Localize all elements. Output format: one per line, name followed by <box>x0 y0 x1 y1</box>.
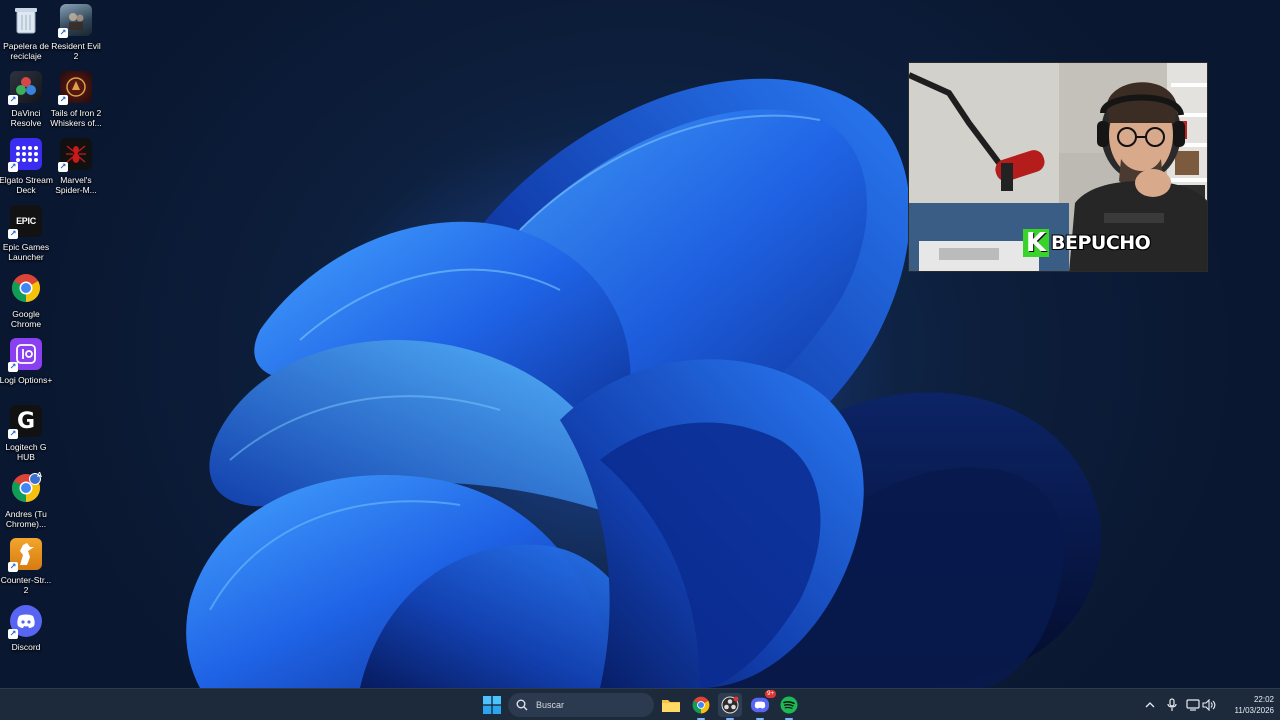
taskbar: Buscar 9+ 22:02 11/03/2026 <box>0 688 1280 720</box>
desktop-icon-label: Logi Options+ <box>0 375 53 385</box>
desktop-icon-label: Epic Games Launcher <box>2 242 50 262</box>
recycle-bin-icon <box>10 4 42 36</box>
webcam-overlay: K BEPUCHO <box>908 62 1208 272</box>
streamer-name-tag: K BEPUCHO <box>1023 229 1151 257</box>
search-icon <box>516 699 528 711</box>
taskbar-discord[interactable]: 9+ <box>748 690 776 720</box>
streamer-name: BEPUCHO <box>1051 232 1151 254</box>
logitech-g-icon: G ↗ <box>8 405 42 439</box>
desktop-icon-label: Counter-Str... 2 <box>0 575 52 595</box>
tray-overflow-button[interactable] <box>1142 689 1158 720</box>
desktop-icon-davinci-resolve[interactable]: ↗ DaVinci Resolve <box>0 71 52 135</box>
desktop-icon-label: DaVinci Resolve <box>10 108 42 128</box>
network-icon <box>1186 699 1200 711</box>
desktop-icon-logitech-g-hub[interactable]: G ↗ Logitech G HUB <box>0 405 52 469</box>
resident-evil-icon: ↗ <box>58 4 92 38</box>
obs-icon <box>721 696 739 714</box>
taskbar-clock[interactable]: 22:02 11/03/2026 <box>1222 694 1274 716</box>
desktop-icon-label: Resident Evil 2 <box>51 41 101 61</box>
desktop-icon-label: Tails of Iron 2 Whiskers of... <box>50 108 102 128</box>
discord-icon: ↗ <box>8 605 42 639</box>
epic-games-icon: EPIC ↗ <box>8 205 42 239</box>
desktop[interactable]: Papelera de reciclaje ↗ DaVinci Resolve <box>0 0 1280 688</box>
spiderman-icon: ↗ <box>58 138 92 172</box>
stream-deck-icon: ↗ <box>8 138 42 172</box>
desktop-icon-label: Logitech G HUB <box>5 442 47 462</box>
file-explorer-icon <box>662 700 680 712</box>
streamer-logo-badge: K <box>1023 229 1049 257</box>
start-button[interactable] <box>480 693 504 717</box>
taskbar-spotify[interactable] <box>777 693 801 720</box>
tray-network[interactable] <box>1185 689 1201 720</box>
clock-time: 22:02 <box>1253 695 1274 704</box>
desktop-icon-recycle-bin[interactable]: Papelera de reciclaje <box>0 4 52 68</box>
taskbar-chrome[interactable] <box>689 693 713 720</box>
taskbar-file-explorer[interactable] <box>659 693 683 717</box>
davinci-icon: ↗ <box>8 71 42 105</box>
desktop-icon-stream-deck[interactable]: ↗ Elgato Stream Deck <box>0 138 53 202</box>
chrome-icon <box>692 696 710 714</box>
desktop-icon-label: Discord <box>11 642 41 652</box>
counter-strike-icon: ↗ <box>8 538 42 572</box>
windows-start-icon <box>483 696 501 714</box>
spotify-icon <box>780 696 798 714</box>
desktop-icon-discord[interactable]: ↗ Discord <box>0 605 52 669</box>
search-placeholder: Buscar <box>536 700 565 710</box>
taskbar-search[interactable]: Buscar <box>508 693 654 717</box>
chrome-profile-icon: A <box>10 472 42 504</box>
desktop-icon-tails-of-iron[interactable]: ↗ Tails of Iron 2 Whiskers of... <box>50 71 102 135</box>
tails-of-iron-icon: ↗ <box>58 71 92 105</box>
logi-options-icon: ↗ <box>8 338 42 372</box>
desktop-icon-counter-strike[interactable]: ↗ Counter-Str... 2 <box>0 538 52 602</box>
tray-microphone[interactable] <box>1164 689 1180 720</box>
desktop-icon-google-chrome[interactable]: Google Chrome <box>0 272 52 336</box>
volume-icon <box>1202 699 1216 711</box>
desktop-icon-resident-evil-2[interactable]: ↗ Resident Evil 2 <box>50 4 102 68</box>
microphone-icon <box>1167 698 1177 711</box>
taskbar-obs[interactable] <box>718 693 742 720</box>
clock-date: 11/03/2026 <box>1234 706 1274 715</box>
desktop-icon-spiderman[interactable]: ↗ Marvel's Spider-M... <box>50 138 102 202</box>
chrome-icon <box>10 272 42 304</box>
discord-icon <box>751 697 769 713</box>
desktop-icon-label: Papelera de reciclaje <box>3 41 49 61</box>
desktop-icon-logi-options[interactable]: ↗ Logi Options+ <box>0 338 52 402</box>
desktop-icon-label: Google Chrome <box>10 309 42 329</box>
desktop-icon-label: Elgato Stream Deck <box>0 175 53 195</box>
chevron-up-icon <box>1145 702 1155 708</box>
desktop-icon-label: Andres (Tu Chrome)... <box>5 509 47 529</box>
discord-notification-badge: 9+ <box>765 690 776 698</box>
desktop-icon-chrome-profile[interactable]: A Andres (Tu Chrome)... <box>0 472 52 536</box>
desktop-icon-label: Marvel's Spider-M... <box>55 175 97 195</box>
desktop-icon-epic-games[interactable]: EPIC ↗ Epic Games Launcher <box>0 205 52 269</box>
tray-volume[interactable] <box>1201 689 1217 720</box>
